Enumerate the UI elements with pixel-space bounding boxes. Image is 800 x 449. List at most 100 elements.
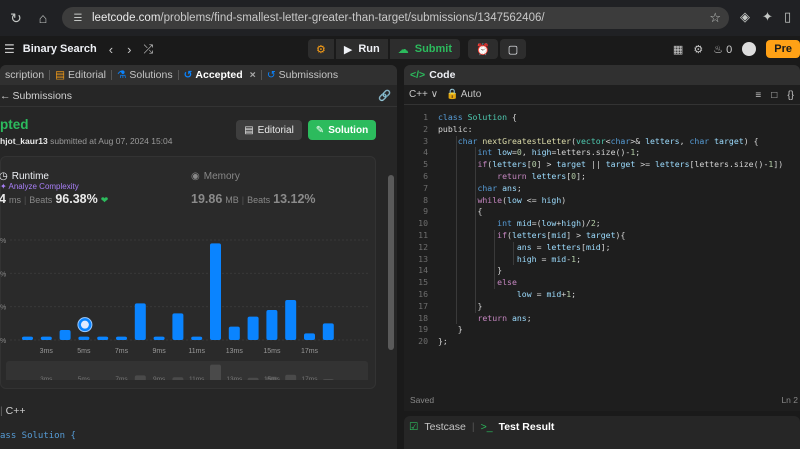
problem-list-icon[interactable]: ☰	[4, 42, 15, 56]
editorial-button-label: Editorial	[257, 124, 294, 136]
premium-button[interactable]: Pre	[766, 40, 800, 58]
line-number: 3	[423, 135, 428, 146]
chart-bar[interactable]	[116, 336, 127, 340]
chart-bar[interactable]	[59, 330, 71, 340]
close-tab-icon[interactable]: ×	[250, 69, 256, 81]
minimap-bar	[210, 364, 221, 380]
code-line[interactable]: ans = letters[mid];	[438, 242, 611, 254]
address-bar[interactable]: ☰ leetcode.com/problems/find-smallest-le…	[62, 7, 729, 29]
reload-icon[interactable]: ↻	[5, 7, 27, 29]
tab-submissions[interactable]: ↺ Submissions	[262, 69, 343, 81]
tab-editorial[interactable]: ▤ Editorial	[50, 69, 111, 81]
runtime-unit: ms	[8, 195, 21, 205]
line-number: 20	[418, 336, 428, 347]
tab-test-result[interactable]: Test Result	[499, 421, 555, 433]
chart-x-ticks: 3ms 5ms 7ms 9ms 11ms 13ms 15ms 17ms	[40, 348, 319, 355]
chart-gridlines	[10, 239, 370, 341]
terminal-icon: >_	[480, 421, 493, 433]
chart-bar[interactable]	[40, 336, 52, 340]
chart-bar[interactable]	[22, 336, 33, 340]
code-line[interactable]: high = mid-1;	[438, 254, 581, 266]
run-button[interactable]: ▶ Run	[335, 39, 388, 59]
site-settings-icon[interactable]: ☰	[72, 12, 84, 24]
tab-divider: |	[471, 421, 475, 433]
memory-box[interactable]: ◉ Memory 19.86 MB | Beats 13.12%	[187, 163, 367, 219]
left-scrollbar[interactable]	[388, 175, 394, 350]
code-line[interactable]: low = mid+1;	[438, 289, 576, 301]
chart-bar[interactable]	[266, 310, 278, 340]
leetcode-topbar: ☰ Binary Search ‹ › ⤮ ⚙ ▶ Run ☁ Submit ⏰ ▢…	[0, 36, 800, 62]
language-select[interactable]: C++ ∨	[409, 89, 438, 100]
chart-bar[interactable]	[172, 313, 184, 340]
home-icon[interactable]: ⌂	[32, 7, 54, 29]
chart-bar[interactable]	[191, 336, 203, 340]
format-icon[interactable]: ≡	[755, 90, 761, 101]
solution-button[interactable]: ✎ Solution	[308, 120, 376, 140]
streak-counter[interactable]: ♨ 0	[713, 43, 732, 56]
minimap-bar	[247, 377, 259, 380]
code-line[interactable]: }	[438, 324, 463, 336]
debug-icon[interactable]: ⚙	[308, 39, 334, 59]
chart-bar[interactable]	[228, 326, 240, 340]
notes-icon[interactable]: ▢	[499, 39, 527, 59]
sidebar-icon[interactable]: ▯	[784, 9, 791, 25]
code-line[interactable]: int low=0, high=letters.size()-1;	[438, 147, 640, 159]
code-line[interactable]: char nextGreatestLetter(vector<char>& le…	[438, 136, 759, 148]
settings-gear-icon[interactable]: ⚙	[693, 43, 703, 56]
chart-bar[interactable]	[153, 336, 165, 340]
code-line[interactable]: };	[438, 336, 448, 348]
tab-accepted[interactable]: ↺ Accepted ×	[179, 69, 261, 81]
indent-guide	[475, 147, 476, 313]
code-toolbar: C++ ∨ 🔒 Auto	[404, 85, 800, 105]
submissions-header-label[interactable]: Submissions	[13, 90, 73, 102]
code-line[interactable]: }	[438, 265, 502, 277]
line-number: 9	[423, 206, 428, 217]
marker-avatar	[80, 320, 89, 329]
code-line[interactable]: while(low <= high)	[438, 195, 566, 207]
chart-bar[interactable]	[285, 300, 297, 340]
bookmark-icon[interactable]: □	[771, 90, 777, 101]
link-icon[interactable]: 🔗	[378, 89, 391, 102]
code-line[interactable]: char ans;	[438, 183, 521, 195]
code-line[interactable]: public:	[438, 124, 473, 136]
problem-list-title[interactable]: Binary Search	[23, 43, 97, 55]
code-line[interactable]: return letters[0];	[438, 171, 586, 183]
code-line[interactable]: return ans;	[438, 313, 531, 325]
pencil-icon: ✎	[315, 124, 325, 136]
next-problem-icon[interactable]: ›	[127, 42, 131, 57]
prev-problem-icon[interactable]: ‹	[109, 42, 113, 57]
submitter-name[interactable]: hjot_kaur13	[0, 136, 48, 146]
editorial-button[interactable]: ▤ Editorial	[236, 120, 302, 140]
code-line[interactable]: if(letters[0] > target || target >= lett…	[438, 159, 783, 171]
code-line[interactable]: if(letters[mid] > target){	[438, 230, 625, 242]
layout-icon[interactable]: ▦	[673, 43, 683, 56]
submit-button[interactable]: ☁ Submit	[389, 39, 461, 59]
shield-icon[interactable]: ◈	[740, 9, 750, 25]
avatar[interactable]	[742, 42, 757, 56]
extensions-icon[interactable]: ✦	[762, 9, 773, 25]
book-icon: ▤	[55, 69, 66, 81]
chart-bar[interactable]	[210, 243, 221, 340]
analyze-complexity-link[interactable]: ✦ Analyze Complexity	[0, 182, 79, 191]
shuffle-icon[interactable]: ⤮	[143, 42, 153, 57]
code-preview-line: ass Solution {	[0, 431, 76, 441]
runtime-box[interactable]: ◷ Runtime 4 ms | Beats 96.38% ❤	[0, 163, 181, 219]
tab-testcase[interactable]: Testcase	[424, 421, 465, 433]
chart-bar[interactable]	[78, 336, 90, 340]
timer-icon[interactable]: ⏰	[468, 39, 498, 59]
chart-bar[interactable]	[322, 323, 334, 340]
bookmark-star-icon[interactable]: ☆	[709, 10, 721, 26]
chart-bar[interactable]	[247, 316, 259, 340]
chart-bar[interactable]	[304, 333, 315, 340]
braces-icon[interactable]: {}	[787, 90, 794, 101]
chart-bar[interactable]	[97, 336, 109, 340]
code-line[interactable]: else	[438, 277, 517, 289]
code-line[interactable]: class Solution {	[438, 112, 517, 124]
submit-label: Submit	[414, 43, 453, 55]
tab-solutions[interactable]: ⚗ Solutions	[112, 69, 178, 81]
code-line[interactable]: int mid=(low+high)/2;	[438, 218, 601, 230]
mode-select[interactable]: 🔒 Auto	[446, 89, 481, 100]
tab-description[interactable]: scription	[0, 69, 49, 81]
back-arrow-icon[interactable]: ←	[0, 90, 11, 102]
chart-bar[interactable]	[134, 303, 146, 340]
